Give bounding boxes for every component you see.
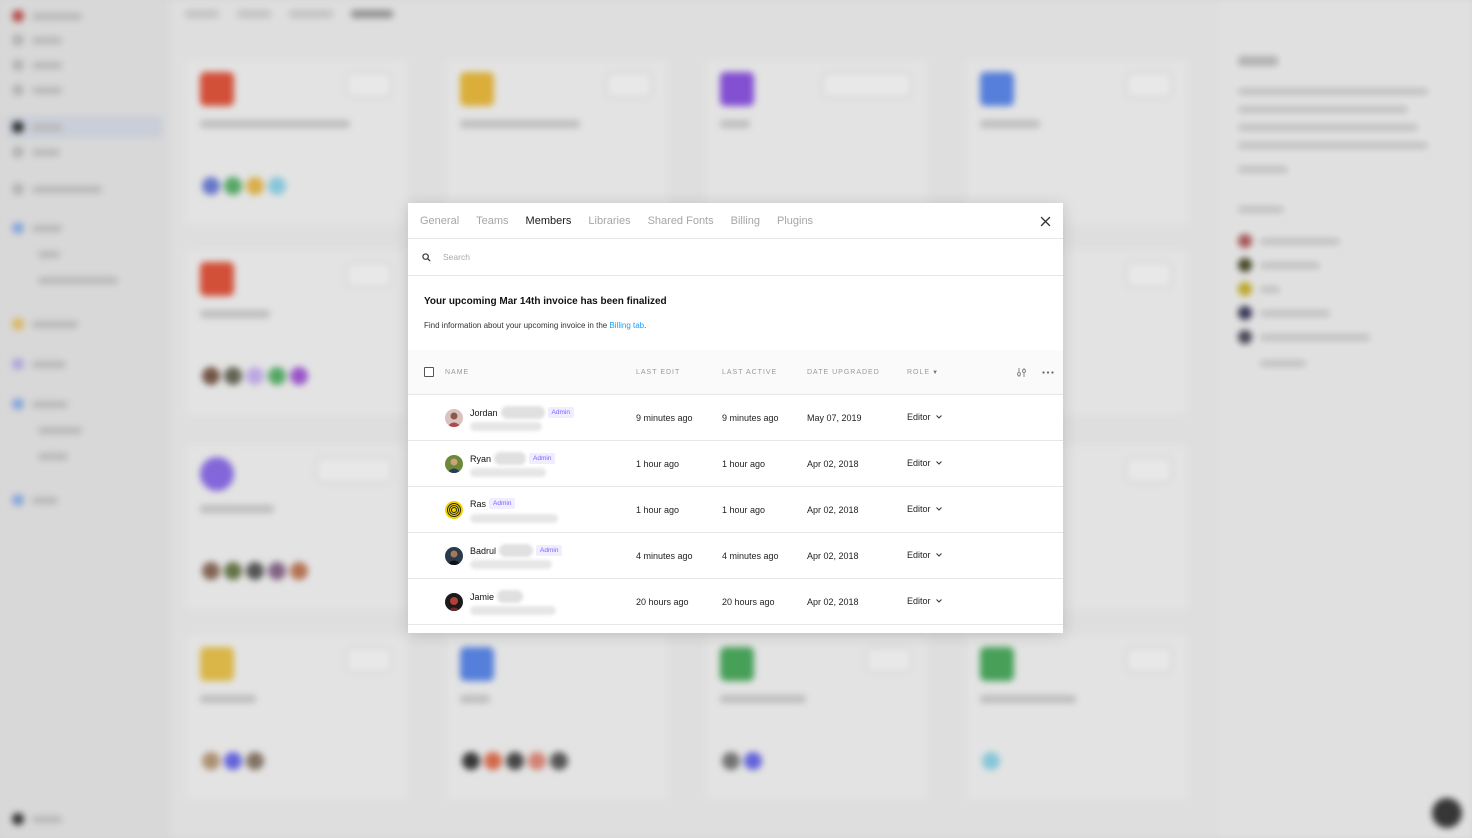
more-options-button[interactable] bbox=[1040, 364, 1056, 380]
last-edit-cell: 20 hours ago bbox=[636, 597, 689, 607]
filter-settings-button[interactable] bbox=[1013, 364, 1029, 380]
last-edit-cell: 1 hour ago bbox=[636, 505, 680, 515]
search-icon bbox=[422, 252, 431, 262]
member-name: Badrul Admin bbox=[470, 544, 563, 557]
last-active-cell: 9 minutes ago bbox=[722, 413, 779, 423]
member-search-bar bbox=[408, 239, 1063, 276]
chevron-down-icon bbox=[935, 553, 942, 557]
more-options-icon bbox=[1042, 370, 1054, 374]
settings-modal: General Teams Members Libraries Shared F… bbox=[408, 203, 1063, 633]
role-dropdown[interactable]: Editor bbox=[907, 458, 942, 468]
tab-members[interactable]: Members bbox=[526, 215, 572, 227]
filter-settings-icon bbox=[1016, 367, 1026, 377]
search-input[interactable] bbox=[443, 252, 943, 262]
tab-billing[interactable]: Billing bbox=[731, 215, 760, 227]
tab-libraries[interactable]: Libraries bbox=[588, 215, 630, 227]
role-dropdown[interactable]: Editor bbox=[907, 550, 942, 560]
table-row[interactable]: Jamie 20 hours ago 20 hours ago Apr 02, … bbox=[408, 579, 1063, 625]
select-all-checkbox[interactable] bbox=[424, 367, 434, 377]
last-active-cell: 4 minutes ago bbox=[722, 551, 779, 561]
admin-badge: Admin bbox=[529, 453, 556, 464]
tab-plugins[interactable]: Plugins bbox=[777, 215, 813, 227]
last-edit-cell: 9 minutes ago bbox=[636, 413, 693, 423]
avatar bbox=[445, 593, 463, 611]
column-name[interactable]: NAME bbox=[445, 369, 469, 376]
sort-arrow-icon: ▼ bbox=[932, 370, 940, 376]
date-upgraded-cell: Apr 02, 2018 bbox=[807, 551, 859, 561]
date-upgraded-cell: Apr 02, 2018 bbox=[807, 459, 859, 469]
table-row[interactable]: Ryan Admin 1 hour ago 1 hour ago Apr 02, … bbox=[408, 441, 1063, 487]
date-upgraded-cell: Apr 02, 2018 bbox=[807, 597, 859, 607]
admin-badge: Admin bbox=[547, 407, 574, 418]
avatar bbox=[445, 455, 463, 473]
date-upgraded-cell: May 07, 2019 bbox=[807, 413, 862, 423]
last-edit-cell: 1 hour ago bbox=[636, 459, 680, 469]
column-last-active[interactable]: LAST ACTIVE bbox=[722, 369, 777, 376]
admin-badge: Admin bbox=[489, 498, 516, 509]
chevron-down-icon bbox=[935, 507, 942, 511]
chevron-down-icon bbox=[935, 461, 942, 465]
member-name: Jamie bbox=[470, 590, 524, 603]
member-name: Jordan Admin bbox=[470, 406, 574, 419]
avatar bbox=[445, 409, 463, 427]
close-icon bbox=[1040, 216, 1050, 226]
table-row[interactable]: Jordan Admin 9 minutes ago 9 minutes ago … bbox=[408, 395, 1063, 441]
last-active-cell: 1 hour ago bbox=[722, 459, 766, 469]
role-dropdown[interactable]: Editor bbox=[907, 504, 942, 514]
table-row[interactable]: Badrul Admin 4 minutes ago 4 minutes ago … bbox=[408, 533, 1063, 579]
role-dropdown[interactable]: Editor bbox=[907, 412, 942, 422]
settings-tabs: General Teams Members Libraries Shared F… bbox=[408, 203, 1063, 239]
tab-general[interactable]: General bbox=[420, 215, 459, 227]
last-active-cell: 1 hour ago bbox=[722, 505, 766, 515]
role-dropdown[interactable]: Editor bbox=[907, 596, 942, 606]
avatar bbox=[445, 547, 463, 565]
date-upgraded-cell: Apr 02, 2018 bbox=[807, 505, 859, 515]
members-table-header: NAME LAST EDIT LAST ACTIVE DATE UPGRADED… bbox=[408, 350, 1063, 395]
close-button[interactable] bbox=[1033, 209, 1057, 233]
column-last-edit[interactable]: LAST EDIT bbox=[636, 369, 680, 376]
invoice-notice-title: Your upcoming Mar 14th invoice has been … bbox=[424, 296, 667, 307]
tab-teams[interactable]: Teams bbox=[476, 215, 508, 227]
tab-shared-fonts[interactable]: Shared Fonts bbox=[648, 215, 714, 227]
member-name: Ryan Admin bbox=[470, 452, 556, 465]
table-row[interactable]: Ras Admin 1 hour ago 1 hour ago Apr 02, 2… bbox=[408, 487, 1063, 533]
invoice-notice: Your upcoming Mar 14th invoice has been … bbox=[408, 276, 1063, 350]
member-name: Ras Admin bbox=[470, 498, 516, 509]
chevron-down-icon bbox=[935, 599, 942, 603]
avatar bbox=[445, 501, 463, 519]
column-date-upgraded[interactable]: DATE UPGRADED bbox=[807, 369, 880, 376]
invoice-notice-body: Find information about your upcoming inv… bbox=[424, 321, 647, 330]
last-edit-cell: 4 minutes ago bbox=[636, 551, 693, 561]
billing-tab-link[interactable]: Billing tab bbox=[609, 321, 644, 330]
last-active-cell: 20 hours ago bbox=[722, 597, 775, 607]
chevron-down-icon bbox=[935, 415, 942, 419]
column-role[interactable]: ROLE ▼ bbox=[907, 369, 939, 376]
admin-badge: Admin bbox=[536, 545, 563, 556]
